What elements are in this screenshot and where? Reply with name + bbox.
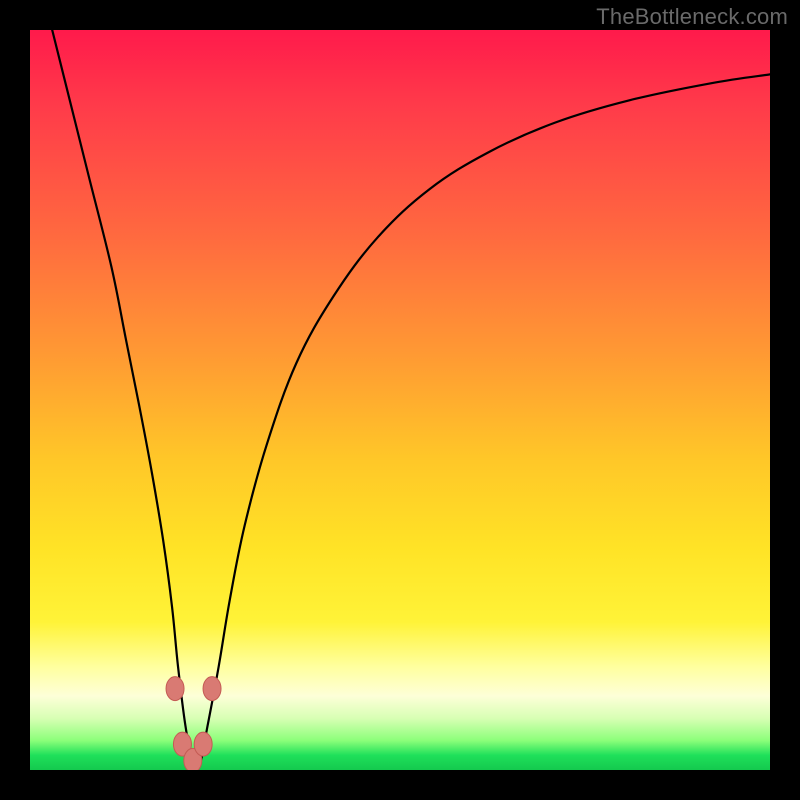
bottleneck-curve bbox=[52, 30, 770, 768]
curve-marker bbox=[203, 677, 221, 701]
plot-area bbox=[30, 30, 770, 770]
chart-svg bbox=[30, 30, 770, 770]
watermark-text: TheBottleneck.com bbox=[596, 4, 788, 30]
curve-markers bbox=[166, 677, 221, 770]
curve-marker bbox=[166, 677, 184, 701]
curve-marker bbox=[194, 732, 212, 756]
chart-frame: TheBottleneck.com bbox=[0, 0, 800, 800]
